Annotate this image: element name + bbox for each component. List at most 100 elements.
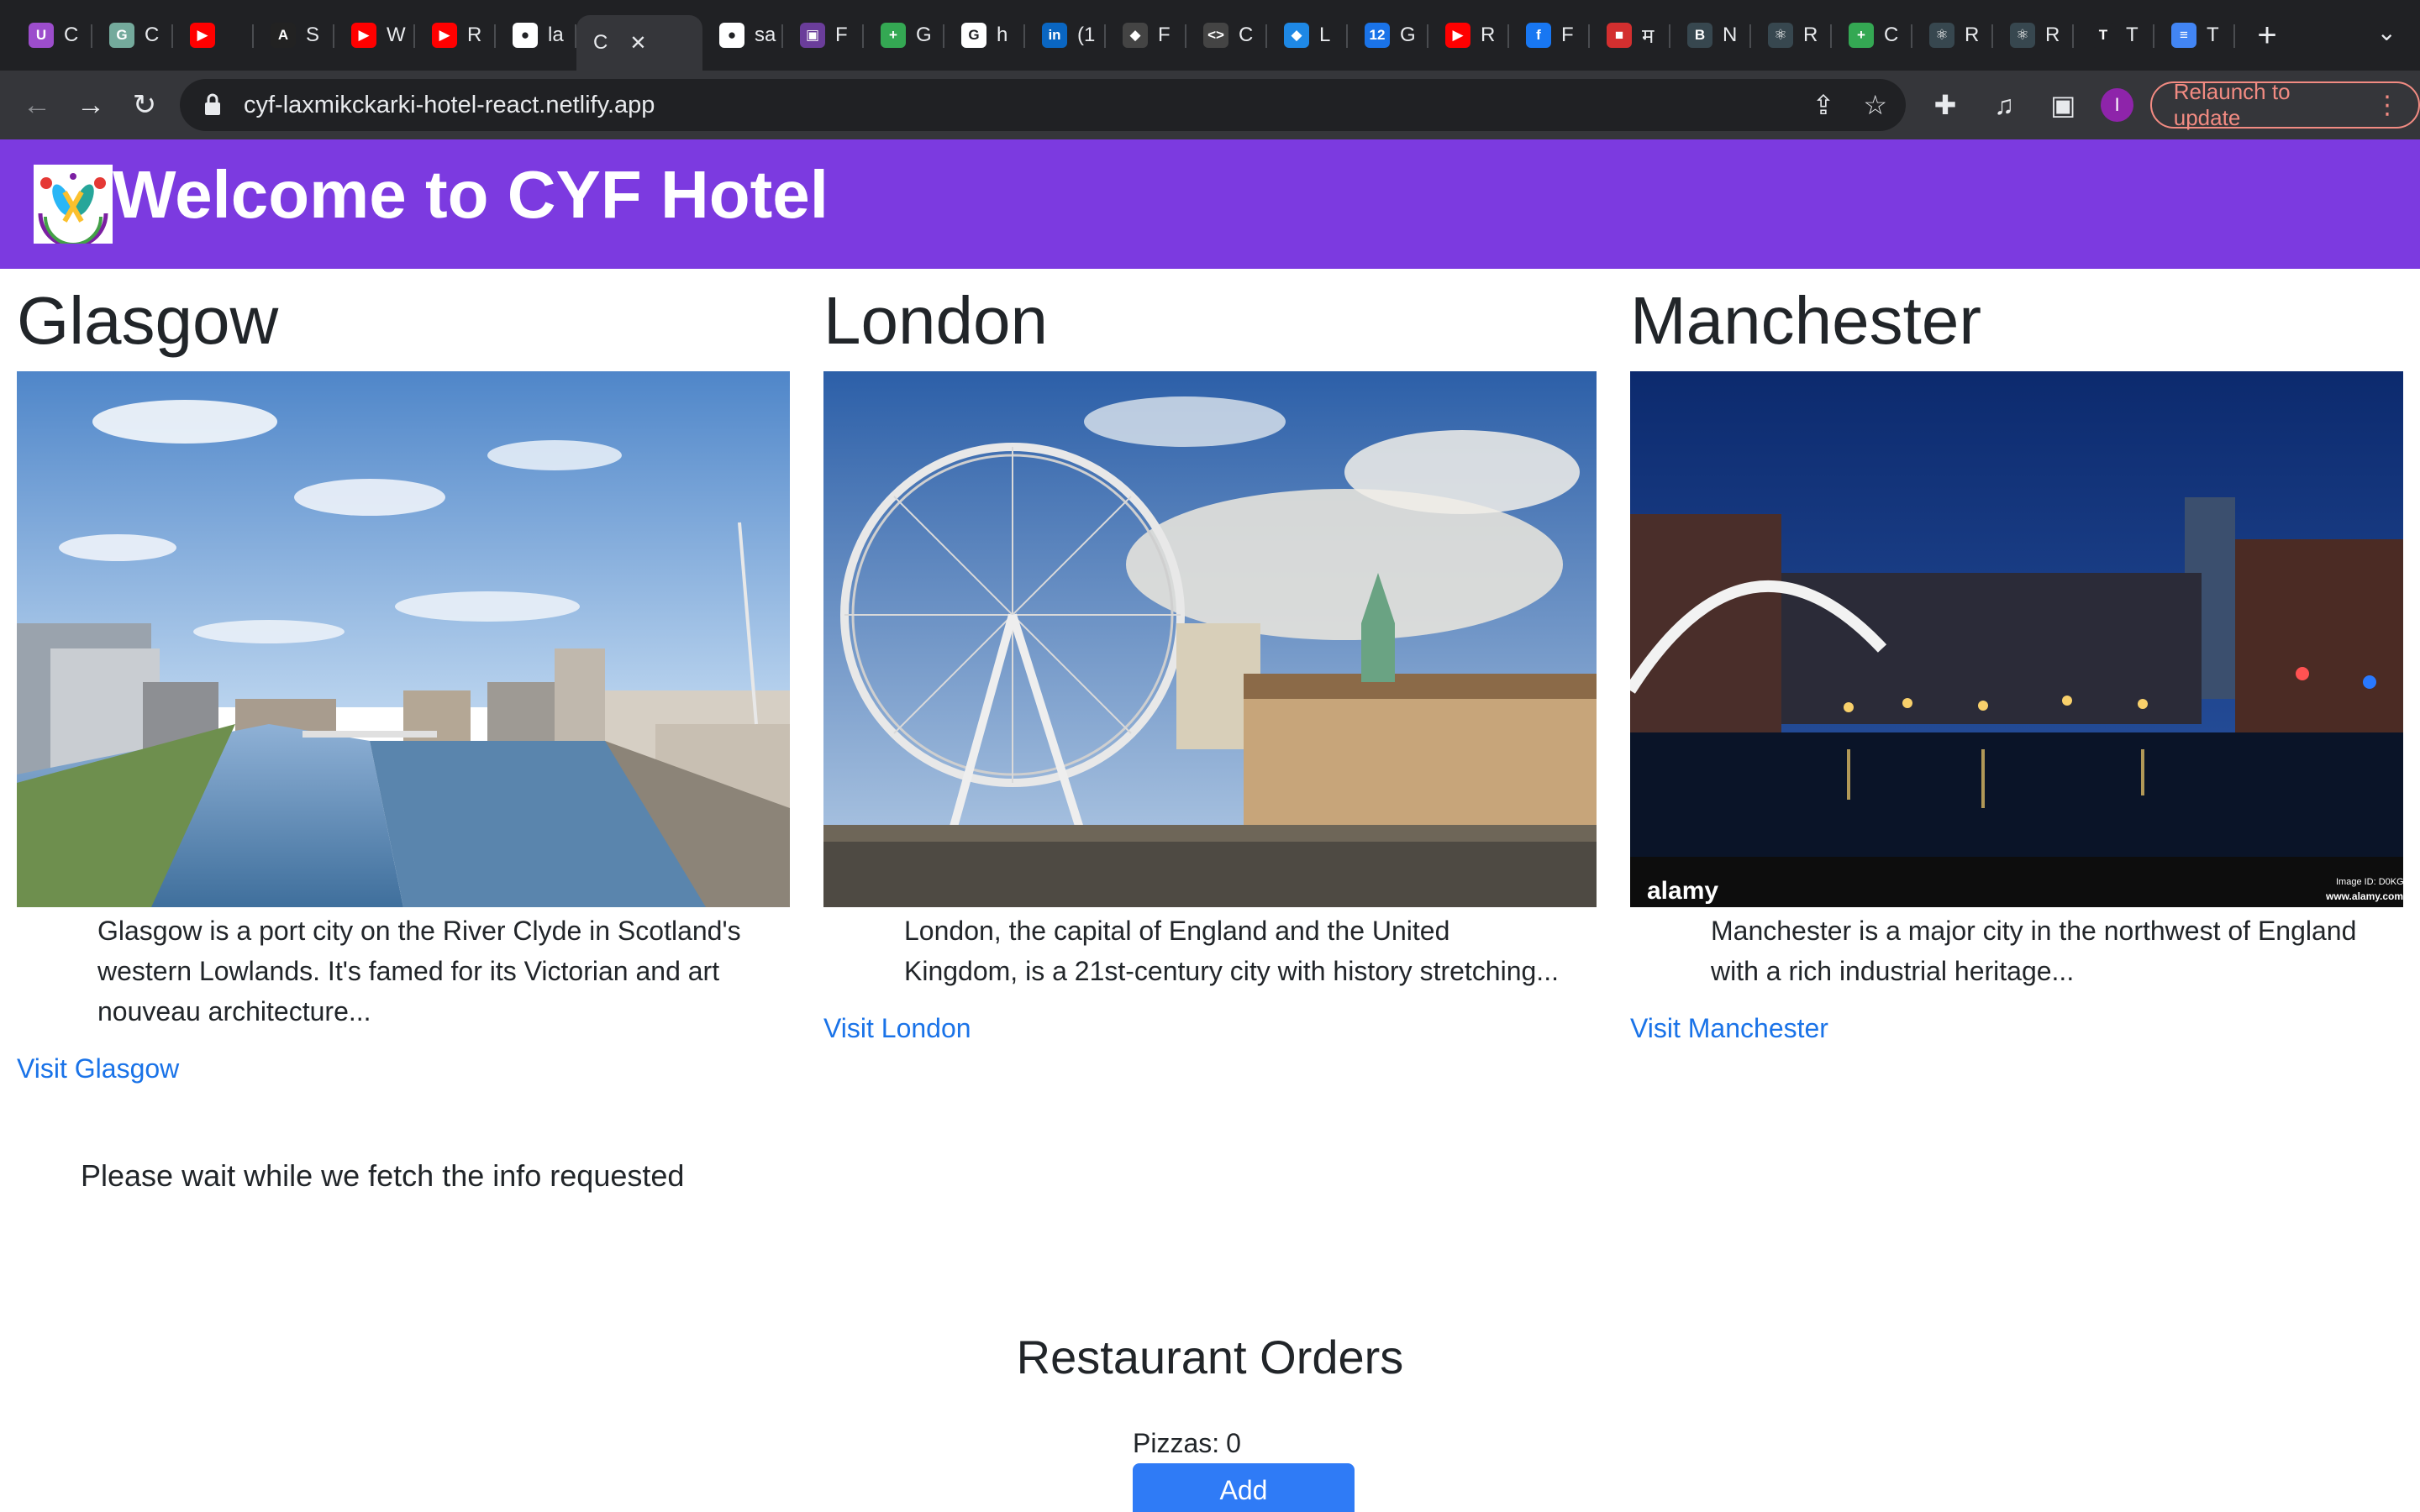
- page-viewport: Welcome to CYF Hotel Glasgow Glasgow is …: [0, 139, 2420, 1512]
- tab-title: म: [1642, 24, 1655, 48]
- tab-favicon-icon: G: [109, 23, 134, 48]
- tab-favicon-icon: ⚛: [1768, 23, 1793, 48]
- browser-tab[interactable]: ⚛ R: [1912, 8, 1993, 63]
- side-panel-icon[interactable]: ▣: [2042, 79, 2084, 131]
- browser-tab[interactable]: Gh: [944, 8, 1025, 63]
- browser-tab[interactable]: ▣ F: [783, 8, 864, 63]
- tab-title: N: [1723, 24, 1738, 46]
- profile-avatar[interactable]: I: [2101, 88, 2133, 122]
- share-icon[interactable]: ⇪: [1812, 89, 1835, 121]
- browser-tab[interactable]: ◆ L: [1267, 8, 1348, 63]
- browser-tab[interactable]: ⚛ R: [1993, 8, 2074, 63]
- glasgow-photo: [17, 371, 790, 907]
- browser-tab[interactable]: ◆ F: [1106, 8, 1186, 63]
- add-pizza-button[interactable]: Add: [1133, 1463, 1355, 1512]
- browser-tab[interactable]: + C: [1832, 8, 1912, 63]
- bookmark-star-icon[interactable]: ☆: [1863, 89, 1887, 121]
- tab-title: C: [1884, 24, 1899, 46]
- tab-title: G: [916, 24, 932, 46]
- back-icon[interactable]: ←: [10, 78, 64, 132]
- browser-tab[interactable]: ● la: [496, 8, 576, 63]
- extensions-icon[interactable]: ✚: [1924, 79, 1966, 131]
- city-description: London, the capital of England and the U…: [904, 916, 1559, 986]
- city-card-manchester: Manchester Manchester is a major city in…: [1630, 269, 2403, 1048]
- tab-favicon-icon: <>: [1203, 23, 1228, 48]
- tab-favicon-icon: B: [1687, 23, 1712, 48]
- reload-icon[interactable]: ↻: [118, 78, 171, 132]
- tab-title: R: [1965, 24, 1980, 46]
- tab-favicon-icon: ▣: [800, 23, 825, 48]
- city-card-london: London London, the capital of England an…: [823, 269, 1597, 1048]
- tab-title: G: [1400, 24, 1416, 46]
- tab-title: C: [64, 24, 79, 46]
- photo-watermark-url: www.alamy.com: [2326, 890, 2404, 902]
- tab-title: F: [1561, 24, 1574, 46]
- browser-tab[interactable]: ● sa: [702, 8, 783, 63]
- photo-watermark: alamy: [1647, 877, 1719, 905]
- tab-title: R: [2045, 24, 2060, 46]
- visit-manchester-link[interactable]: Visit Manchester: [1630, 1008, 2403, 1048]
- tab-title: C: [1239, 24, 1254, 46]
- city-name: London: [823, 283, 1048, 358]
- tab-title: R: [1803, 24, 1818, 46]
- tab-favicon-icon: ⚛: [1929, 23, 1954, 48]
- tab-favicon-icon: U: [29, 23, 54, 48]
- tab-favicon-icon: 12: [1365, 23, 1390, 48]
- browser-tab[interactable]: BN: [1670, 8, 1751, 63]
- tab-title: F: [835, 24, 848, 46]
- pizzas-counter: Pizzas: 0: [1133, 1425, 1241, 1462]
- tab-favicon-icon: ▶: [351, 23, 376, 48]
- address-bar[interactable]: cyf-laxmikckarki-hotel-react.netlify.app…: [180, 79, 1906, 131]
- restaurant-orders-title: Restaurant Orders: [1016, 1331, 1404, 1383]
- tab-favicon-icon: ≡: [2171, 23, 2196, 48]
- tab-favicon-icon: T: [2091, 23, 2116, 48]
- browser-tab[interactable]: ▶ W: [334, 8, 415, 63]
- relaunch-button[interactable]: Relaunch to update ⋮: [2149, 79, 2420, 130]
- more-menu-icon: ⋮: [2374, 91, 2400, 119]
- tab-title: R: [1481, 24, 1496, 46]
- tab-title: S: [306, 24, 320, 46]
- browser-tab-active[interactable]: C ✕: [576, 15, 702, 71]
- browser-tab[interactable]: + G: [864, 8, 944, 63]
- browser-tab[interactable]: ▶ R: [1428, 8, 1509, 63]
- tab-strip: U C G C ▶ A S ▶ W ▶ R ● la C ✕ ● sa ▣ F + G Gh in (1 ◆ F <> C ◆ L 12 G ▶…: [0, 0, 2420, 71]
- loading-message: Please wait while we fetch the info requ…: [81, 1158, 685, 1193]
- forward-icon[interactable]: →: [64, 78, 118, 132]
- tab-title: C: [145, 24, 160, 46]
- browser-tab[interactable]: fF: [1509, 8, 1590, 63]
- browser-tab[interactable]: ■ म: [1590, 8, 1670, 63]
- browser-tab[interactable]: <> C: [1186, 8, 1267, 63]
- tab-title: h: [997, 24, 1008, 46]
- photo-watermark-id: Image ID: D0KG31: [2336, 877, 2414, 887]
- browser-tab[interactable]: TT: [2074, 8, 2154, 63]
- hotel-logo: [34, 165, 113, 249]
- tab-title: F: [1158, 24, 1171, 46]
- browser-tab[interactable]: ⚛ R: [1751, 8, 1832, 63]
- new-tab-icon[interactable]: +: [2242, 17, 2292, 55]
- tab-favicon-icon: ⚛: [2010, 23, 2035, 48]
- lock-icon: [205, 93, 220, 115]
- browser-tab[interactable]: in (1: [1025, 8, 1106, 63]
- tab-favicon-icon: ▶: [432, 23, 457, 48]
- browser-tab[interactable]: ≡ T: [2154, 8, 2235, 63]
- manchester-photo: [1630, 371, 2403, 907]
- tab-title: R: [467, 24, 482, 46]
- city-card-glasgow: Glasgow Glasgow is a port city on the Ri…: [17, 269, 790, 1089]
- browser-tab[interactable]: GC: [92, 8, 173, 63]
- media-control-icon[interactable]: ♫: [1983, 79, 2025, 131]
- browser-tab[interactable]: UC: [12, 8, 92, 63]
- browser-tab[interactable]: ▶ R: [415, 8, 496, 63]
- tab-favicon-icon: ●: [513, 23, 538, 48]
- browser-tab[interactable]: ▶: [173, 8, 254, 63]
- tab-title: L: [1319, 24, 1331, 46]
- london-photo: [823, 371, 1597, 907]
- tab-favicon-icon: ◆: [1284, 23, 1309, 48]
- tab-favicon-icon: G: [961, 23, 986, 48]
- close-tab-icon[interactable]: ✕: [629, 31, 646, 55]
- browser-tab[interactable]: 12 G: [1348, 8, 1428, 63]
- visit-glasgow-link[interactable]: Visit Glasgow: [17, 1048, 790, 1089]
- site-header: Welcome to CYF Hotel: [0, 139, 2420, 269]
- visit-london-link[interactable]: Visit London: [823, 1008, 1597, 1048]
- tab-search-icon[interactable]: ⌄: [2377, 18, 2396, 46]
- browser-tab[interactable]: AS: [254, 8, 334, 63]
